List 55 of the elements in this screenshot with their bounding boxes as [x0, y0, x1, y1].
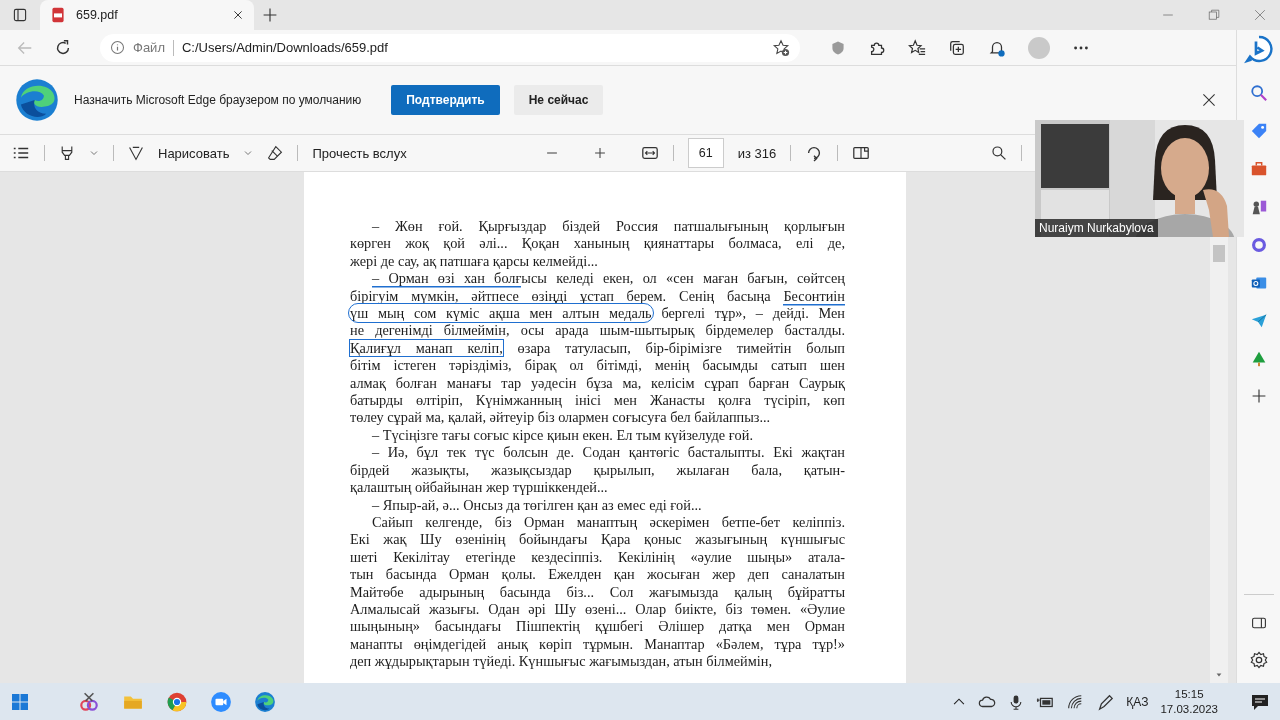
paragraph: – Түсіңізге тағы соғыс кірсе қиын екен. Ел тым күйзелуде ғой.	[371, 426, 754, 445]
infobar-message: Назначить Microsoft Edge браузером по умолчанию	[74, 93, 362, 107]
close-icon[interactable]	[1202, 93, 1216, 107]
toolbox-icon[interactable]	[1249, 160, 1268, 178]
restore-icon[interactable]	[1208, 9, 1220, 21]
tab-title: 659.pdf	[76, 8, 119, 22]
draw-tool[interactable]: Нарисовать	[158, 145, 230, 161]
scroll-down-icon[interactable]	[1214, 671, 1224, 679]
page-view-icon[interactable]	[852, 144, 871, 162]
url-text: C:/Users/Admin/Downloads/659.pdf	[181, 40, 389, 55]
ring-icon[interactable]	[1249, 236, 1268, 254]
chrome-icon[interactable]	[166, 690, 188, 713]
collections-icon[interactable]	[948, 38, 966, 57]
page-count: из 316	[737, 145, 777, 161]
highlighter-icon[interactable]	[59, 145, 75, 161]
fit-width-icon[interactable]	[640, 144, 659, 162]
add-favorite-icon[interactable]	[772, 38, 790, 57]
input-language[interactable]: ҚАЗ	[1126, 694, 1149, 709]
browser-logo-icon	[14, 77, 60, 123]
search-icon[interactable]	[1249, 84, 1268, 102]
scheme-label: Файл	[133, 40, 165, 55]
new-tab-icon[interactable]	[262, 7, 278, 23]
close-icon[interactable]	[232, 9, 244, 21]
settings-icon[interactable]	[1249, 651, 1268, 669]
tag-icon[interactable]	[1249, 122, 1268, 140]
zoom-in-icon[interactable]	[592, 146, 607, 160]
browser-logo-icon[interactable]	[254, 690, 276, 713]
search-icon[interactable]	[991, 145, 1007, 161]
read-aloud-button[interactable]: Прочесть вслух	[312, 145, 407, 161]
scrollbar-thumb[interactable]	[1213, 245, 1225, 262]
paragraph: – Орман өзі хан болғысы келеді екен, ол «сен маған бағын, сөйтсең бірігуім мүмкін, әйтпесе өзіңді ұстап берем. Сенің басыңа Бесонтиін үш мың сом күміс ақша мен алтын медаль бергелі тұр», – дейді. Мен не дегенімді білмеймін, осы арада шым-шытырық бірдемелер басталды. Қалиғұл манап келіп, өзара татуласып, бір-бірімізге тимейтін болып бітім істеген тәріздіміз, бірақ ол бітімді, менің басымды сатып шен алмақ болған манағы тар уәдесін бұза ма, келісім сұрап барған Саурық батырды өлтіріп, Күнімжанның інісі мен Жанасты қолға түсіріп, көп төлеу сұрай ма, қалай, әйтеуір біз олармен соғысуға бел байлаппыз...	[350, 270, 845, 427]
browser-tab[interactable]: 659.pdf	[40, 0, 254, 30]
paragraph: – Жөн ғой. Қырғыздар біздей Россия патшалығының қорлығын көрген жоқ қой әлі... Қоқан ханының қиянаттары болмаса, елі де, жері де сау, ақ патшаға қарсы келмейді...	[350, 218, 845, 271]
paragraph: – Иә, бұл тек түс болсын де. Содан қантөгіс басталыпты. Екі жақтан бірдей жазықты, жазықсыздар қырылып, жылаған бала, қатын- қалаштың ойбайынан жер түршіккендей...	[350, 444, 845, 497]
info-icon[interactable]	[110, 40, 125, 55]
tab-actions-icon[interactable]	[12, 7, 28, 23]
refresh-icon[interactable]	[54, 38, 72, 57]
page-number-field[interactable]: 61	[687, 138, 724, 168]
participant-name: Nuraiym Nurkabylova	[1035, 219, 1158, 237]
sidebar-panel-icon[interactable]	[1250, 615, 1267, 631]
shield-icon[interactable]	[830, 39, 846, 56]
address-field[interactable]: Файл C:/Users/Admin/Downloads/659.pdf	[100, 33, 800, 62]
paragraph: Сайып келгенде, біз Орман манаптың әскерімен бетпе-бет келіппіз. Екі жақ Шу өзенінің бойындағы Қара қоныс жазығының күншығыс шеті Кекілітау етегінде кездесіппіз. Кекілінің «әулие шыңы» атала- тын басында Орман қолы. Ежелден қан жосыған жер деп саналатын Майтөбе адырының басында біз... Сол жағымызда қалың бұйратты Алмалысай жазығы. Одан әрі Шу өзені... Олар биікте, біз төмен. «Әулие шыңының» басындағы Пішпектің құшбегі Әлішер датқа мен Орман манапты өңімдегідей анық көріп тұрмын. Манаптар «Бәлем, тұра тұр!» деп жұдырықтарын түйеді. Күншығыс жағымыздан, атын білмеймін,	[350, 513, 845, 671]
paragraph: – Япыр-ай, ә... Онсыз да төгілген қан аз емес еді ғой...	[371, 496, 703, 514]
taskbar-clock[interactable]: 15:15 17.03.2023	[1160, 686, 1218, 717]
pdf-file-icon	[50, 7, 66, 23]
video-meeting-icon[interactable]	[210, 690, 232, 713]
dismiss-button[interactable]: Не сейчас	[513, 85, 604, 115]
chat-bubble-icon[interactable]	[1243, 34, 1274, 64]
snipping-icon[interactable]	[78, 690, 100, 713]
favorites-icon[interactable]	[908, 38, 926, 57]
add-icon[interactable]	[1250, 388, 1267, 404]
start-icon[interactable]	[10, 691, 30, 712]
eraser-icon[interactable]	[267, 145, 284, 161]
confirm-button[interactable]: Подтвердить	[391, 85, 500, 115]
